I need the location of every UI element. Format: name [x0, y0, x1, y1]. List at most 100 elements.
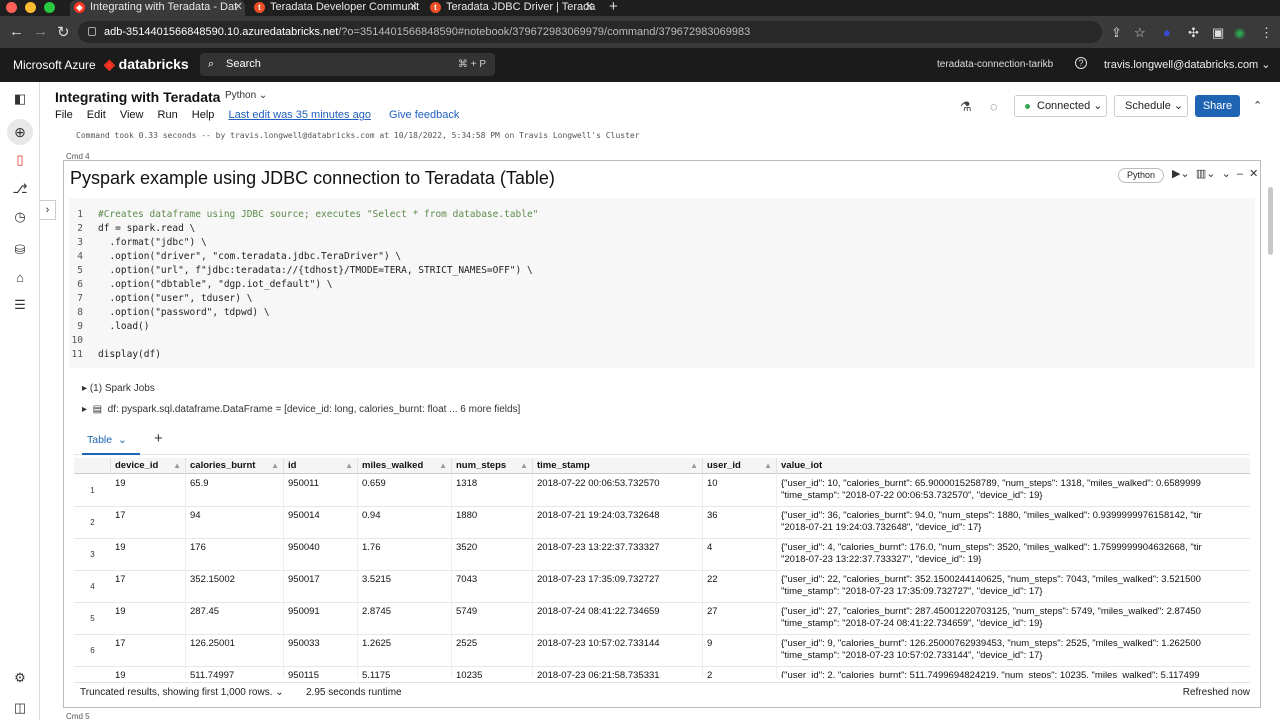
- experiment-icon[interactable]: ⚗: [960, 99, 972, 115]
- sort-icon[interactable]: ▲: [764, 458, 772, 474]
- json-line: {"user_id": 27, "calories_burnt": 287.45…: [781, 606, 1201, 617]
- settings-icon[interactable]: ⚙: [12, 670, 28, 686]
- browser-tab-3[interactable]: t Teradata JDBC Driver | Terada ✕: [426, 0, 596, 16]
- json-line: "time_stamp": "2018-07-24 08:41:22.73465…: [781, 618, 1043, 629]
- code-editor[interactable]: 1 #Creates dataframe using JDBC source; e…: [69, 198, 1255, 368]
- table-cell: 126.25001: [186, 634, 284, 666]
- sidebar-expand-button[interactable]: ›: [40, 200, 56, 220]
- window-close-icon[interactable]: [6, 2, 17, 13]
- connected-status-icon: [1025, 104, 1030, 109]
- tab-title: Teradata JDBC Driver | Terada: [446, 1, 596, 13]
- data-icon[interactable]: ⛁: [12, 242, 28, 258]
- menu-help[interactable]: Help: [192, 109, 215, 121]
- sort-icon[interactable]: ▲: [520, 458, 528, 474]
- reload-icon[interactable]: ↻: [57, 23, 70, 41]
- new-tab-button[interactable]: +: [609, 0, 618, 14]
- user-menu[interactable]: travis.longwell@databricks.com ⌄: [1104, 58, 1271, 71]
- sort-icon[interactable]: ▲: [345, 458, 353, 474]
- url-input[interactable]: adb-3514401566848590.10.azuredatabricks.…: [78, 21, 1102, 43]
- menu-file[interactable]: File: [55, 109, 73, 121]
- global-search-input[interactable]: ⌕ Search ⌘ + P: [200, 53, 495, 76]
- cell-menu-icon[interactable]: ⌄: [1222, 168, 1231, 180]
- close-tab-icon[interactable]: ✕: [409, 0, 418, 14]
- page-scrollbar[interactable]: [1268, 187, 1273, 255]
- sort-icon[interactable]: ▲: [439, 458, 447, 474]
- run-cell-icon[interactable]: ▶⌄: [1172, 168, 1190, 180]
- table-cell: 19: [111, 602, 186, 634]
- recents-icon[interactable]: ◷: [12, 209, 28, 225]
- schedule-button[interactable]: Schedule ⌄: [1114, 95, 1188, 117]
- back-icon[interactable]: ←: [9, 23, 24, 40]
- column-header-num-steps[interactable]: num_steps ▲: [452, 458, 533, 474]
- comments-icon[interactable]: ◌: [990, 99, 998, 114]
- sort-icon[interactable]: ▲: [271, 458, 279, 474]
- notebook-language-select[interactable]: Python ⌄: [225, 90, 267, 101]
- browser-tab-2[interactable]: t Teradata Developer Communit ✕: [250, 0, 420, 16]
- table-cell-json: {"user_id": 2, "calories_burnt": 511.749…: [777, 666, 1250, 678]
- column-header-user-id[interactable]: user_id ▲: [703, 458, 777, 474]
- menu-view[interactable]: View: [120, 109, 144, 121]
- extension-icon[interactable]: ●: [1163, 25, 1171, 40]
- compute-icon[interactable]: ⌂: [12, 270, 28, 286]
- dataframe-schema-toggle[interactable]: ▸ ▤ df: pyspark.sql.dataframe.DataFrame …: [82, 404, 520, 415]
- bookmark-star-icon[interactable]: ☆: [1134, 25, 1146, 41]
- cluster-connected-button[interactable]: Connected ⌄: [1014, 95, 1107, 117]
- persona-switcher-icon[interactable]: ◧: [12, 91, 28, 107]
- browser-menu-icon[interactable]: ⋮: [1260, 25, 1273, 41]
- tab-table[interactable]: Table ⌄: [87, 434, 127, 446]
- minimize-cell-icon[interactable]: –: [1237, 168, 1243, 180]
- notebook-title[interactable]: Integrating with Teradata: [55, 89, 220, 105]
- column-header-time-stamp[interactable]: time_stamp ▲: [533, 458, 703, 474]
- workspace-name[interactable]: teradata-connection-tarikb: [937, 59, 1053, 70]
- delete-cell-icon[interactable]: ✕: [1249, 168, 1258, 180]
- code-line: 1 #Creates dataframe using JDBC source; e…: [77, 209, 539, 220]
- close-tab-icon[interactable]: ✕: [585, 0, 594, 14]
- table-cell: 176: [186, 538, 284, 570]
- help-icon[interactable]: ?: [1075, 57, 1087, 69]
- cell-language-badge[interactable]: Python: [1118, 168, 1165, 183]
- notebook-cell[interactable]: Pyspark example using JDBC connection to…: [63, 160, 1261, 708]
- databricks-tab-icon: ◆: [74, 2, 85, 13]
- table-cell-json: {"user_id": 9, "calories_burnt": 126.250…: [777, 634, 1250, 666]
- last-edit-link[interactable]: Last edit was 35 minutes ago: [228, 109, 370, 121]
- window-zoom-icon[interactable]: [44, 2, 55, 13]
- column-header-calories-burnt[interactable]: calories_burnt ▲: [186, 458, 284, 474]
- column-header-value-iot[interactable]: value_iot: [777, 458, 1250, 474]
- table-cell: 5749: [452, 602, 533, 634]
- share-page-icon[interactable]: ⇪: [1111, 25, 1122, 41]
- workspace-icon[interactable]: ▯: [12, 152, 28, 168]
- forward-icon[interactable]: →: [33, 23, 48, 40]
- databricks-logo[interactable]: ◈ databricks: [104, 56, 189, 73]
- sort-icon[interactable]: ▲: [173, 458, 181, 474]
- close-tab-icon[interactable]: ✕: [234, 0, 243, 14]
- puzzle-extensions-icon[interactable]: ✣: [1188, 25, 1199, 41]
- share-button[interactable]: Share: [1195, 95, 1240, 117]
- code-line: 8 .option("password", tdpwd) \: [77, 307, 270, 318]
- json-line: {"user_id": 22, "calories_burnt": 352.15…: [781, 574, 1201, 585]
- add-visualization-button[interactable]: +: [154, 430, 163, 447]
- column-header-id[interactable]: id ▲: [284, 458, 358, 474]
- create-icon[interactable]: ⊕: [7, 119, 33, 145]
- menu-run[interactable]: Run: [158, 109, 178, 121]
- menu-edit[interactable]: Edit: [87, 109, 106, 121]
- column-header-device-id[interactable]: device_id ▲: [111, 458, 186, 474]
- truncated-results-select[interactable]: Truncated results, showing first 1,000 r…: [80, 683, 284, 703]
- workflows-icon[interactable]: ☰: [12, 297, 28, 313]
- sort-icon[interactable]: ▲: [690, 458, 698, 474]
- give-feedback-link[interactable]: Give feedback: [389, 109, 459, 121]
- sidepanel-icon[interactable]: ▣: [1212, 25, 1224, 41]
- code-line: 2 df = spark.read \: [77, 223, 196, 234]
- profile-avatar-icon[interactable]: ◉: [1234, 25, 1245, 41]
- table-cell: 511.74997: [186, 666, 284, 678]
- expand-menu-icon[interactable]: ◫: [12, 700, 28, 716]
- chevron-up-icon[interactable]: ⌃: [1253, 99, 1262, 112]
- repos-icon[interactable]: ⎇: [12, 181, 28, 197]
- code-line: 9 .load(): [77, 321, 150, 332]
- column-header-miles-walked[interactable]: miles_walked ▲: [358, 458, 452, 474]
- window-minimize-icon[interactable]: [25, 2, 36, 13]
- spark-jobs-toggle[interactable]: ▸ (1) Spark Jobs: [82, 383, 155, 394]
- cell-title[interactable]: Pyspark example using JDBC connection to…: [70, 168, 555, 189]
- visualization-icon[interactable]: ▥⌄: [1196, 168, 1216, 180]
- browser-tab-1[interactable]: ◆ Integrating with Teradata - Dat ✕: [70, 0, 245, 16]
- table-cell: 1318: [452, 474, 533, 506]
